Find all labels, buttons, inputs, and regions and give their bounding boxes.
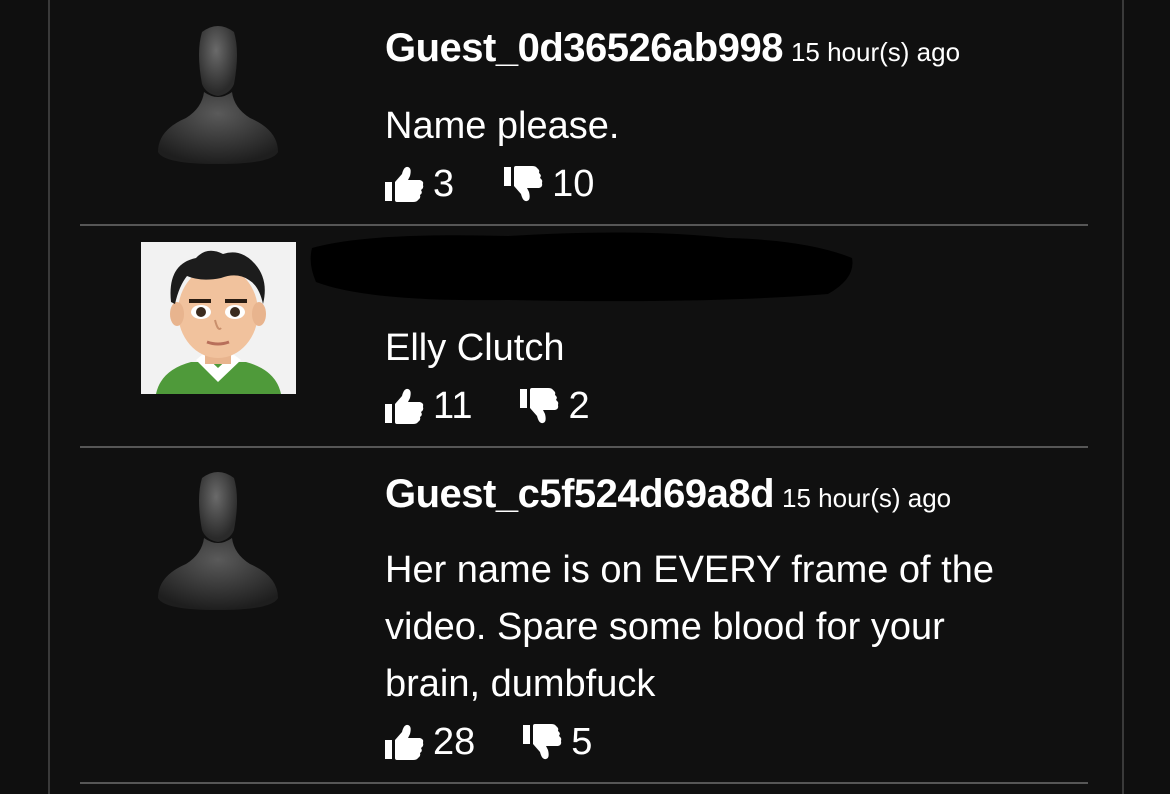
comment-time: 15 hour(s) ago [782,483,952,513]
dislike-button[interactable]: 2 [520,384,590,428]
comment-1-header: Guest_0d36526ab998 15 hour(s) ago [385,26,960,71]
guest-avatar-icon [158,26,278,164]
comment-author[interactable]: Guest_0d36526ab998 [385,26,783,70]
dislike-count: 2 [568,384,590,427]
vote-bar: 28 5 [385,720,592,764]
thumbs-up-icon [385,388,424,424]
like-count: 11 [433,384,473,427]
comment-divider [80,446,1088,448]
comment-divider [80,224,1088,226]
dislike-button[interactable]: 5 [523,721,592,764]
thumbs-down-icon [504,166,543,202]
comment-text: Elly Clutch [385,327,565,369]
thumbs-up-icon [385,166,424,202]
comment-text: Her name is on EVERY frame of the video.… [385,549,995,705]
comment-2-header [385,250,393,295]
dislike-count: 5 [571,720,593,763]
comment-time: 15 hour(s) ago [790,37,961,67]
thumbs-down-icon [523,724,562,760]
user-avatar[interactable] [141,242,296,394]
thumbs-up-icon [385,724,424,760]
like-button[interactable]: 28 [385,721,475,764]
guest-avatar-icon [158,472,278,610]
dislike-button[interactable]: 10 [504,163,594,206]
like-count: 3 [433,162,455,205]
comment-3-header: Guest_c5f524d69a8d 15 hour(s) ago [385,472,951,517]
vote-bar: 3 10 [385,162,594,206]
like-count: 28 [433,720,476,763]
comment-divider [80,782,1088,784]
like-button[interactable]: 3 [385,163,454,206]
dislike-count: 10 [552,162,595,205]
comment-text: Name please. [385,105,620,147]
vote-bar: 11 2 [385,384,590,428]
cartoon-man-avatar-icon [141,242,296,394]
comment-author[interactable]: Guest_c5f524d69a8d [385,472,775,516]
thumbs-down-icon [520,388,559,424]
like-button[interactable]: 11 [385,385,472,428]
